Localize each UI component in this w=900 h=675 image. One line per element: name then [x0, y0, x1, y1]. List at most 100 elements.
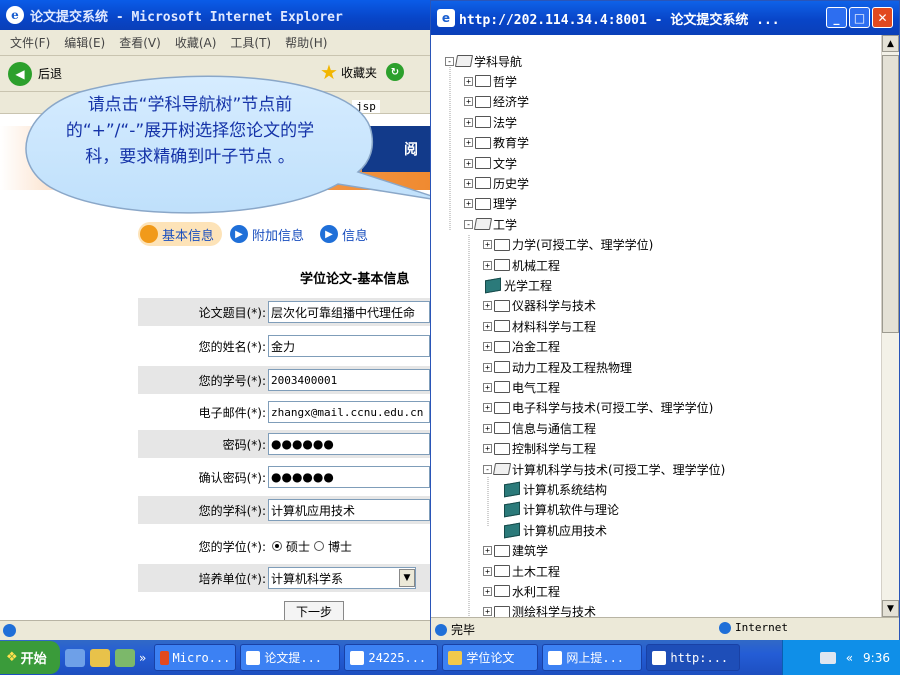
confirm-password-input[interactable]: ●●●●●● [268, 466, 430, 488]
tree-node-label[interactable]: 冶金工程 [512, 338, 560, 355]
maximize-button[interactable]: □ [849, 7, 870, 28]
tree-node[interactable]: 光学工程 [483, 275, 552, 295]
menu-edit[interactable]: 编辑(E) [64, 34, 105, 51]
tree-node-label[interactable]: 信息与通信工程 [512, 420, 596, 437]
tree-node[interactable]: + 历史学 [464, 173, 529, 193]
expand-icon[interactable]: + [483, 362, 492, 372]
close-button[interactable]: ✕ [872, 7, 893, 28]
tree-node-label[interactable]: 机械工程 [512, 257, 560, 274]
collapse-icon[interactable]: - [464, 219, 473, 229]
quicklaunch-app-icon[interactable] [90, 648, 110, 667]
student-id-input[interactable]: 2003400001 [268, 369, 430, 391]
expand-icon[interactable]: + [483, 607, 492, 617]
task-button-http[interactable]: http:... [646, 644, 741, 671]
collapse-icon[interactable]: - [445, 56, 454, 66]
start-button[interactable]: ❖ 开始 [0, 641, 60, 674]
expand-icon[interactable]: + [483, 444, 492, 454]
tree-node[interactable]: + 文学 [464, 153, 517, 173]
tree-node-label[interactable]: 计算机应用技术 [523, 522, 607, 539]
menu-file[interactable]: 文件(F) [10, 34, 50, 51]
expand-icon[interactable]: + [464, 199, 473, 209]
tree-node-label[interactable]: 水利工程 [512, 583, 560, 600]
tree-node[interactable]: + 动力工程及工程热物理 [483, 357, 632, 377]
task-button-powerpoint[interactable]: Micro... [154, 644, 237, 671]
quicklaunch-desktop-icon[interactable] [65, 648, 85, 667]
tree-node[interactable]: + 经济学 [464, 92, 529, 112]
tree-node-label[interactable]: 理学 [493, 195, 517, 212]
scroll-thumb[interactable] [882, 55, 899, 333]
tray-expand[interactable]: « [846, 651, 853, 665]
scroll-down-button[interactable]: ▼ [882, 600, 899, 617]
expand-icon[interactable]: + [483, 566, 492, 576]
tree-node[interactable]: + 理学 [464, 194, 517, 214]
minimize-button[interactable]: _ [826, 7, 847, 28]
expand-icon[interactable]: + [483, 546, 492, 556]
chevron-down-icon[interactable]: ▼ [399, 569, 415, 587]
tab-more-info[interactable]: ▶ 信息 [318, 222, 376, 246]
expand-icon[interactable]: + [483, 382, 492, 392]
name-input[interactable]: 金力 [268, 335, 430, 357]
tree-node[interactable]: + 力学(可授工学、理学学位) [483, 235, 653, 255]
tree-node[interactable]: - 计算机科学与技术(可授工学、理学学位) [483, 459, 725, 479]
tree-node[interactable]: + 水利工程 [483, 581, 560, 601]
task-button-folder[interactable]: 学位论文 [442, 644, 539, 671]
tree-node-label[interactable]: 材料科学与工程 [512, 318, 596, 335]
tree-node-label[interactable]: 哲学 [493, 73, 517, 90]
tree-node-label[interactable]: 仪器科学与技术 [512, 297, 596, 314]
vertical-scrollbar[interactable]: ▲ ▼ [881, 35, 899, 617]
expand-icon[interactable]: + [483, 423, 492, 433]
tree-node-label[interactable]: 学科导航 [474, 53, 522, 70]
tree-node-label[interactable]: 经济学 [493, 93, 529, 110]
tab-basic-info[interactable]: 基本信息 [138, 222, 223, 246]
tree-node[interactable]: + 电子科学与技术(可授工学、理学学位) [483, 398, 713, 418]
tree-node-label[interactable]: 光学工程 [504, 277, 552, 294]
expand-icon[interactable]: + [464, 138, 473, 148]
expand-icon[interactable]: + [464, 178, 473, 188]
tree-node-label[interactable]: 电气工程 [512, 379, 560, 396]
radio-master[interactable] [272, 541, 282, 551]
collapse-icon[interactable]: - [483, 464, 492, 474]
tree-node-label[interactable]: 法学 [493, 114, 517, 131]
tree-node[interactable]: + 法学 [464, 112, 517, 132]
email-input[interactable]: zhangx@mail.ccnu.edu.cn [268, 401, 430, 423]
tab-extra-info[interactable]: ▶ 附加信息 [228, 222, 312, 246]
tree-node-label[interactable]: 工学 [493, 216, 517, 233]
tree-node-label[interactable]: 电子科学与技术(可授工学、理学学位) [512, 399, 713, 416]
tree-node-label[interactable]: 教育学 [493, 134, 529, 151]
task-button-online-submit[interactable]: 网上提... [542, 644, 643, 671]
tree-node-label[interactable]: 动力工程及工程热物理 [512, 359, 632, 376]
tree-node-label[interactable]: 计算机系统结构 [523, 481, 607, 498]
expand-icon[interactable]: + [483, 301, 492, 311]
expand-icon[interactable]: + [483, 586, 492, 596]
expand-icon[interactable]: + [483, 260, 492, 270]
tree-node-label[interactable]: 文学 [493, 155, 517, 172]
keyboard-icon[interactable] [819, 651, 836, 664]
more-quicklaunch-icon[interactable]: » [139, 651, 146, 665]
tree-node-label[interactable]: 建筑学 [512, 542, 548, 559]
tree-node[interactable]: + 控制科学与工程 [483, 439, 596, 459]
tree-node[interactable]: + 教育学 [464, 133, 529, 153]
task-button-thesis-ie[interactable]: 论文提... [240, 644, 341, 671]
expand-icon[interactable]: + [483, 342, 492, 352]
tree-node[interactable]: + 冶金工程 [483, 337, 560, 357]
tree-node[interactable]: + 土木工程 [483, 561, 560, 581]
expand-icon[interactable]: + [464, 97, 473, 107]
menu-favorites[interactable]: 收藏(A) [175, 34, 217, 51]
menu-help[interactable]: 帮助(H) [285, 34, 327, 51]
tree-node[interactable]: - 学科导航 [445, 51, 522, 71]
expand-icon[interactable]: + [464, 158, 473, 168]
tree-node[interactable]: + 电气工程 [483, 377, 560, 397]
tree-node[interactable]: 计算机软件与理论 [502, 500, 619, 520]
tree-node[interactable]: + 机械工程 [483, 255, 560, 275]
unit-select[interactable]: 计算机科学系 ▼ [268, 567, 416, 589]
expand-icon[interactable]: + [464, 117, 473, 127]
expand-icon[interactable]: + [483, 321, 492, 331]
tree-node-label[interactable]: 历史学 [493, 175, 529, 192]
tree-node-label[interactable]: 土木工程 [512, 563, 560, 580]
tree-node[interactable]: + 哲学 [464, 71, 517, 91]
tree-node[interactable]: 计算机应用技术 [502, 520, 607, 540]
subject-input[interactable]: 计算机应用技术 [268, 499, 430, 521]
tree-node-label[interactable]: 控制科学与工程 [512, 440, 596, 457]
quicklaunch-messenger-icon[interactable] [115, 648, 135, 667]
tree-node-label[interactable]: 计算机软件与理论 [523, 501, 619, 518]
